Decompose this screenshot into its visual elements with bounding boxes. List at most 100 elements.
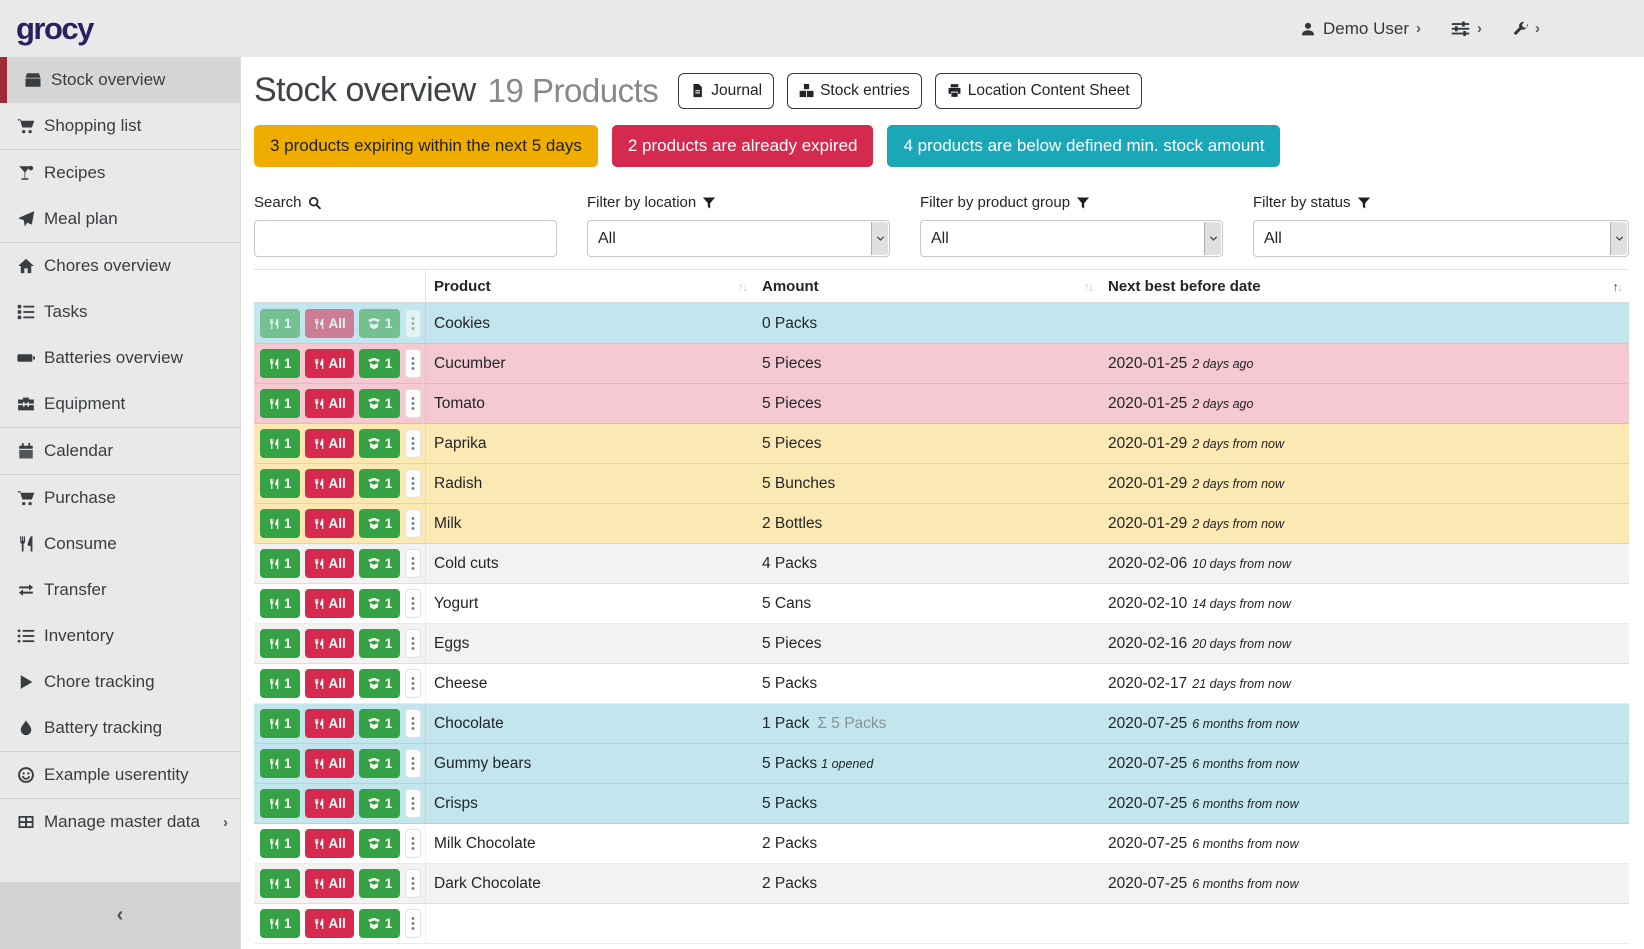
sidebar-item-shopping-list[interactable]: Shopping list — [0, 103, 240, 149]
sidebar-item-meal-plan[interactable]: Meal plan — [0, 196, 240, 242]
sidebar-item-battery-tracking[interactable]: Battery tracking — [0, 705, 240, 751]
open-one-button[interactable]: 1 — [359, 429, 401, 458]
admin-menu[interactable] — [1512, 21, 1540, 37]
consume-all-button[interactable]: All — [305, 629, 354, 658]
row-menu-button[interactable] — [405, 349, 421, 378]
consume-all-button[interactable]: All — [305, 509, 354, 538]
row-menu-button[interactable] — [405, 629, 421, 658]
row-menu-button[interactable] — [405, 829, 421, 858]
sidebar-item-chores-overview[interactable]: Chores overview — [0, 243, 240, 289]
status-select[interactable]: All — [1253, 220, 1629, 257]
journal-button[interactable]: Journal — [678, 73, 774, 109]
consume-one-button[interactable]: 1 — [260, 789, 300, 818]
row-menu-button[interactable] — [405, 549, 421, 578]
open-one-button[interactable]: 1 — [359, 509, 401, 538]
location-select[interactable]: All — [587, 220, 890, 257]
consume-one-button[interactable]: 1 — [260, 589, 300, 618]
sidebar-item-chore-tracking[interactable]: Chore tracking — [0, 659, 240, 705]
consume-all-button[interactable]: All — [305, 549, 354, 578]
sidebar-item-inventory[interactable]: Inventory — [0, 613, 240, 659]
row-menu-button[interactable] — [405, 469, 421, 498]
row-menu-button[interactable] — [405, 709, 421, 738]
consume-one-button[interactable]: 1 — [260, 349, 300, 378]
consume-all-button[interactable]: All — [305, 829, 354, 858]
search-input[interactable] — [254, 220, 557, 257]
consume-all-button[interactable]: All — [305, 349, 354, 378]
sort-icon[interactable]: ↑↓ — [1084, 280, 1093, 294]
location-content-sheet-button[interactable]: Location Content Sheet — [935, 73, 1142, 109]
row-menu-button[interactable] — [405, 429, 421, 458]
amount-column-header[interactable]: Amount ↑↓ — [754, 270, 1100, 302]
product-column-header[interactable]: Product ↑↓ — [426, 270, 754, 302]
row-menu-button[interactable] — [405, 869, 421, 898]
sort-icon[interactable]: ↑↓ — [1613, 280, 1622, 294]
row-menu-button[interactable] — [405, 669, 421, 698]
grocy-logo[interactable]: grocy — [16, 11, 93, 47]
row-menu-button[interactable] — [405, 309, 421, 338]
open-one-button[interactable]: 1 — [359, 309, 401, 338]
sidebar-item-consume[interactable]: Consume — [0, 521, 240, 567]
consume-all-button[interactable]: All — [305, 469, 354, 498]
sidebar-item-calendar[interactable]: Calendar — [0, 428, 240, 474]
open-one-button[interactable]: 1 — [359, 709, 401, 738]
sidebar-item-manage-master-data[interactable]: Manage master data — [0, 799, 240, 845]
open-one-button[interactable]: 1 — [359, 669, 401, 698]
consume-all-button[interactable]: All — [305, 309, 354, 338]
consume-all-button[interactable]: All — [305, 749, 354, 778]
settings-menu[interactable] — [1451, 19, 1482, 38]
row-menu-button[interactable] — [405, 909, 421, 938]
open-one-button[interactable]: 1 — [359, 909, 401, 938]
sidebar-item-stock-overview[interactable]: Stock overview — [0, 57, 240, 103]
sidebar-item-equipment[interactable]: Equipment — [0, 381, 240, 427]
product-group-select[interactable]: All — [920, 220, 1223, 257]
consume-all-button[interactable]: All — [305, 429, 354, 458]
sidebar-item-transfer[interactable]: Transfer — [0, 567, 240, 613]
alert-4-products-are-below[interactable]: 4 products are below defined min. stock … — [887, 125, 1280, 167]
alert-2-products-are-already[interactable]: 2 products are already expired — [612, 125, 874, 167]
sidebar-item-batteries-overview[interactable]: Batteries overview — [0, 335, 240, 381]
sidebar-item-example-userentity[interactable]: Example userentity — [0, 752, 240, 798]
consume-all-button[interactable]: All — [305, 669, 354, 698]
sidebar-item-recipes[interactable]: Recipes — [0, 150, 240, 196]
consume-one-button[interactable]: 1 — [260, 549, 300, 578]
user-menu[interactable]: Demo User — [1300, 19, 1421, 39]
consume-one-button[interactable]: 1 — [260, 709, 300, 738]
sidebar-item-purchase[interactable]: Purchase — [0, 475, 240, 521]
open-one-button[interactable]: 1 — [359, 629, 401, 658]
sidebar-item-tasks[interactable]: Tasks — [0, 289, 240, 335]
open-one-button[interactable]: 1 — [359, 549, 401, 578]
consume-one-button[interactable]: 1 — [260, 469, 300, 498]
consume-all-button[interactable]: All — [305, 789, 354, 818]
consume-one-button[interactable]: 1 — [260, 909, 300, 938]
row-menu-button[interactable] — [405, 749, 421, 778]
row-menu-button[interactable] — [405, 389, 421, 418]
open-one-button[interactable]: 1 — [359, 789, 401, 818]
consume-all-button[interactable]: All — [305, 589, 354, 618]
date-column-header[interactable]: Next best before date ↑↓ — [1100, 270, 1629, 302]
consume-one-button[interactable]: 1 — [260, 669, 300, 698]
consume-one-button[interactable]: 1 — [260, 869, 300, 898]
stock-entries-button[interactable]: Stock entries — [787, 73, 922, 109]
sort-icon[interactable]: ↑↓ — [738, 280, 747, 294]
row-menu-button[interactable] — [405, 509, 421, 538]
sidebar-collapse-button[interactable] — [0, 882, 240, 949]
open-one-button[interactable]: 1 — [359, 829, 401, 858]
consume-one-button[interactable]: 1 — [260, 629, 300, 658]
consume-one-button[interactable]: 1 — [260, 389, 300, 418]
alert-3-products-expiring-within[interactable]: 3 products expiring within the next 5 da… — [254, 125, 598, 167]
consume-all-button[interactable]: All — [305, 709, 354, 738]
row-menu-button[interactable] — [405, 789, 421, 818]
consume-all-button[interactable]: All — [305, 389, 354, 418]
consume-one-button[interactable]: 1 — [260, 429, 300, 458]
open-one-button[interactable]: 1 — [359, 469, 401, 498]
consume-one-button[interactable]: 1 — [260, 749, 300, 778]
consume-one-button[interactable]: 1 — [260, 309, 300, 338]
consume-one-button[interactable]: 1 — [260, 509, 300, 538]
open-one-button[interactable]: 1 — [359, 389, 401, 418]
row-menu-button[interactable] — [405, 589, 421, 618]
consume-one-button[interactable]: 1 — [260, 829, 300, 858]
open-one-button[interactable]: 1 — [359, 869, 401, 898]
open-one-button[interactable]: 1 — [359, 749, 401, 778]
consume-all-button[interactable]: All — [305, 869, 354, 898]
open-one-button[interactable]: 1 — [359, 349, 401, 378]
